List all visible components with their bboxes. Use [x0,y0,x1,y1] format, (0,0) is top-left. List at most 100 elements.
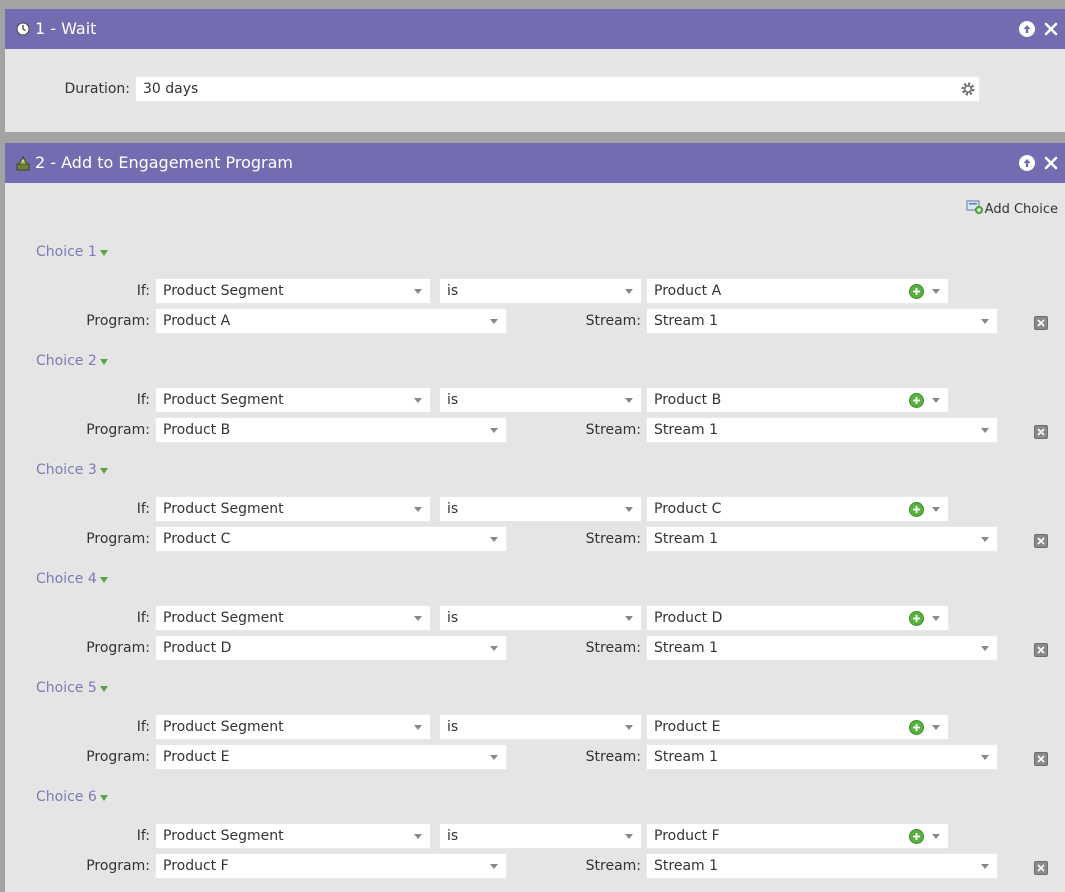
chevron-down-icon [981,319,989,324]
chevron-down-icon [981,537,989,542]
stream-select[interactable]: Stream 1 [646,853,998,879]
chevron-down-icon [490,428,498,433]
delete-choice-button[interactable] [1034,861,1048,875]
delete-choice-button[interactable] [1034,316,1048,330]
engagement-step: 2 - Add to Engagement Program Add Choice… [5,143,1065,892]
choice-title[interactable]: Choice 1 [36,243,108,261]
value-select[interactable]: Product C [646,496,949,522]
stream-select[interactable]: Stream 1 [646,417,998,443]
add-value-icon[interactable] [909,611,924,626]
stream-label: Stream: [585,531,641,547]
value-value: Product C [654,501,722,517]
chevron-down-icon [932,289,940,294]
attribute-select[interactable]: Product Segment [155,278,431,304]
chevron-down-icon [414,507,422,512]
chevron-down-icon [981,755,989,760]
chevron-down-icon [490,646,498,651]
operator-select[interactable]: is [439,823,642,849]
choice-title[interactable]: Choice 6 [36,788,108,806]
value-select[interactable]: Product F [646,823,949,849]
operator-select[interactable]: is [439,496,642,522]
wait-step-header: 1 - Wait [5,9,1065,49]
choice-title[interactable]: Choice 3 [36,461,108,479]
delete-choice-button[interactable] [1034,425,1048,439]
value-select[interactable]: Product E [646,714,949,740]
program-select[interactable]: Product A [155,308,507,334]
chevron-down-icon [490,319,498,324]
operator-select[interactable]: is [439,605,642,631]
choice-title[interactable]: Choice 5 [36,679,108,697]
program-value: Product C [163,531,231,547]
delete-step-button[interactable] [1043,21,1059,37]
move-up-button[interactable] [1019,21,1035,37]
attribute-select[interactable]: Product Segment [155,714,431,740]
stream-select[interactable]: Stream 1 [646,526,998,552]
program-label: Program: [86,531,150,547]
choice-title[interactable]: Choice 2 [36,352,108,370]
delete-step-button[interactable] [1043,155,1059,171]
delete-choice-button[interactable] [1034,534,1048,548]
chevron-down-icon [414,834,422,839]
chevron-down-icon [414,398,422,403]
program-value: Product A [163,313,231,329]
program-select[interactable]: Product B [155,417,507,443]
program-label: Program: [86,422,150,438]
stream-label: Stream: [585,749,641,765]
operator-select[interactable]: is [439,714,642,740]
chevron-down-icon [414,616,422,621]
chevron-down-icon [625,507,633,512]
program-select[interactable]: Product E [155,744,507,770]
add-value-icon[interactable] [909,393,924,408]
attribute-select[interactable]: Product Segment [155,605,431,631]
operator-value: is [447,828,459,844]
if-label: If: [136,392,150,408]
operator-select[interactable]: is [439,278,642,304]
attribute-select[interactable]: Product Segment [155,387,431,413]
operator-select[interactable]: is [439,387,642,413]
attribute-value: Product Segment [163,392,284,408]
gear-icon[interactable] [960,81,976,97]
stream-select[interactable]: Stream 1 [646,744,998,770]
program-select[interactable]: Product C [155,526,507,552]
choice-title-label: Choice 1 [36,244,97,260]
stream-label: Stream: [585,313,641,329]
chevron-down-icon [99,576,108,583]
add-value-icon[interactable] [909,284,924,299]
chevron-down-icon [414,725,422,730]
duration-value: 30 days [143,81,199,97]
add-value-icon[interactable] [909,502,924,517]
engagement-program-icon [15,155,31,171]
move-up-button[interactable] [1019,155,1035,171]
stream-select[interactable]: Stream 1 [646,635,998,661]
choice-title-label: Choice 5 [36,680,97,696]
stream-label: Stream: [585,640,641,656]
duration-input[interactable]: 30 days [135,76,980,102]
value-value: Product B [654,392,722,408]
value-select[interactable]: Product B [646,387,949,413]
value-select[interactable]: Product D [646,605,949,631]
choice-title[interactable]: Choice 4 [36,570,108,588]
delete-choice-button[interactable] [1034,752,1048,766]
attribute-value: Product Segment [163,610,284,626]
program-value: Product B [163,422,231,438]
add-choice-button[interactable]: Add Choice [966,199,1058,220]
wait-step: 1 - Wait Duration: 30 days [5,9,1065,132]
chevron-down-icon [490,537,498,542]
value-select[interactable]: Product A [646,278,949,304]
program-select[interactable]: Product D [155,635,507,661]
chevron-down-icon [932,616,940,621]
attribute-value: Product Segment [163,501,284,517]
chevron-down-icon [625,834,633,839]
chevron-down-icon [99,358,108,365]
chevron-down-icon [490,755,498,760]
add-value-icon[interactable] [909,720,924,735]
attribute-select[interactable]: Product Segment [155,823,431,849]
value-value: Product A [654,283,722,299]
attribute-select[interactable]: Product Segment [155,496,431,522]
program-select[interactable]: Product F [155,853,507,879]
add-value-icon[interactable] [909,829,924,844]
program-label: Program: [86,313,150,329]
clock-icon [15,21,31,37]
stream-select[interactable]: Stream 1 [646,308,998,334]
delete-choice-button[interactable] [1034,643,1048,657]
